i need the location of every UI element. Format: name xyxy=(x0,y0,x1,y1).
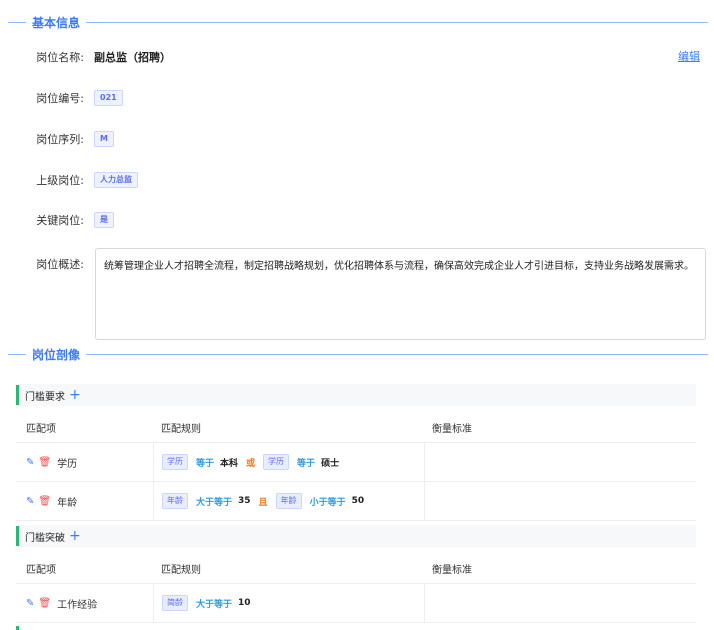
group-threshold-requirements: 门槛要求 + xyxy=(16,384,696,406)
table-row: ✎ 🗑 工作经验 简龄 大于等于 10 xyxy=(16,584,696,623)
field-label: 岗位编号: xyxy=(36,92,84,105)
table-row: ✎ 🗑 学历 学历 等于 本科 或 学历 等于 硕士 xyxy=(16,443,696,482)
group-title: 门槛要求 xyxy=(25,391,65,403)
standard-cell xyxy=(424,443,696,481)
section-divider xyxy=(86,353,708,355)
column-header-item: 匹配项 xyxy=(26,424,56,435)
rule-value: 本科 xyxy=(220,458,239,469)
match-item-name: 学历 xyxy=(57,458,78,470)
section-title: 岗位剖像 xyxy=(32,347,81,362)
requirements-table: 匹配项 匹配规则 衡量标准 ✎ 🗑 学历 学历 等于 本科 或 学历 等于 硕士… xyxy=(16,413,696,521)
field-superior-position: 上级岗位: 人力总监 xyxy=(0,170,714,190)
group-accent-bar xyxy=(16,526,19,546)
match-rule-cell: 年龄 大于等于 35 且 年龄 小于等于 50 xyxy=(153,482,424,520)
match-rule-cell: 简龄 大于等于 10 xyxy=(153,584,424,622)
pencil-icon[interactable]: ✎ xyxy=(26,457,34,468)
match-rule-cell: 学历 等于 本科 或 学历 等于 硕士 xyxy=(153,443,424,481)
field-position-sequence: 岗位序列: M xyxy=(0,129,714,149)
field-key-position: 关键岗位: 是 xyxy=(0,210,714,230)
group-accent-bar xyxy=(16,626,19,630)
plus-icon[interactable]: + xyxy=(69,388,81,402)
trash-icon[interactable]: 🗑 xyxy=(38,598,51,609)
field-label: 岗位名称: xyxy=(36,51,84,64)
rule-field-tag: 学历 xyxy=(162,454,188,470)
section-basic-info: 基本信息 xyxy=(0,12,708,32)
rule-operator: 大于等于 xyxy=(196,497,233,508)
rule-field-tag: 年龄 xyxy=(275,493,302,509)
match-item-cell: ✎ 🗑 年龄 xyxy=(16,494,153,509)
rule-value: 硕士 xyxy=(321,458,340,469)
column-header-item: 匹配项 xyxy=(26,565,56,576)
match-item-name: 工作经验 xyxy=(57,599,98,611)
rule-field-tag: 简龄 xyxy=(162,595,188,611)
rule-value: 35 xyxy=(238,496,251,506)
pencil-icon[interactable]: ✎ xyxy=(26,598,34,609)
section-divider-left xyxy=(8,21,26,23)
rule-logic: 且 xyxy=(258,497,268,508)
key-position-tag: 是 xyxy=(94,212,114,228)
column-header-rule: 匹配规则 xyxy=(161,565,201,576)
table-row: ✎ 🗑 年龄 年龄 大于等于 35 且 年龄 小于等于 50 xyxy=(16,482,696,521)
field-label: 岗位序列: xyxy=(36,133,84,146)
trash-icon[interactable]: 🗑 xyxy=(38,457,51,468)
superior-position-tag: 人力总监 xyxy=(94,172,138,188)
rule-operator: 等于 xyxy=(196,458,215,469)
standard-cell xyxy=(424,584,696,622)
match-item-cell: ✎ 🗑 学历 xyxy=(16,455,153,470)
section-position-portrait: 岗位剖像 xyxy=(0,344,708,364)
rule-operator: 大于等于 xyxy=(196,599,233,610)
rule-field-tag: 年龄 xyxy=(162,493,188,509)
trash-icon[interactable]: 🗑 xyxy=(38,496,51,507)
match-item-name: 年龄 xyxy=(57,497,78,509)
position-name-value: 副总监（招聘） xyxy=(94,51,171,64)
rule-logic: 或 xyxy=(246,458,256,469)
group-title: 门槛突破 xyxy=(25,532,65,544)
table-header: 匹配项 匹配规则 衡量标准 xyxy=(16,413,696,443)
rule-operator: 小于等于 xyxy=(309,497,346,508)
column-header-standard: 衡量标准 xyxy=(432,565,472,576)
table-header: 匹配项 匹配规则 衡量标准 xyxy=(16,554,696,584)
match-item-cell: ✎ 🗑 工作经验 xyxy=(16,596,153,611)
group-accent-bar xyxy=(16,385,19,405)
section-divider-left xyxy=(8,353,26,355)
field-position-name: 岗位名称: 副总监（招聘） xyxy=(0,47,714,67)
plus-icon[interactable]: + xyxy=(69,529,81,543)
column-header-standard: 衡量标准 xyxy=(432,424,472,435)
rule-value: 10 xyxy=(238,598,251,608)
position-sequence-tag: M xyxy=(94,131,114,147)
field-label: 上级岗位: xyxy=(36,174,84,187)
field-position-code: 岗位编号: 021 xyxy=(0,88,714,108)
column-header-rule: 匹配规则 xyxy=(161,424,201,435)
section-divider xyxy=(86,21,708,23)
field-label: 岗位概述: xyxy=(36,258,84,271)
rule-operator: 等于 xyxy=(297,458,316,469)
pencil-icon[interactable]: ✎ xyxy=(26,496,34,507)
position-summary-text[interactable]: 统筹管理企业人才招聘全流程，制定招聘战略规划，优化招聘体系与流程，确保高效完成企… xyxy=(95,248,706,340)
standard-cell xyxy=(424,482,696,520)
group-threshold-breakthrough: 门槛突破 + xyxy=(16,525,696,547)
rule-value: 50 xyxy=(351,496,365,506)
field-label: 关键岗位: xyxy=(36,214,84,227)
rule-field-tag: 学历 xyxy=(263,454,290,470)
position-code-tag: 021 xyxy=(94,90,123,106)
section-title: 基本信息 xyxy=(32,15,81,30)
breakthrough-table: 匹配项 匹配规则 衡量标准 ✎ 🗑 工作经验 简龄 大于等于 10 xyxy=(16,554,696,623)
